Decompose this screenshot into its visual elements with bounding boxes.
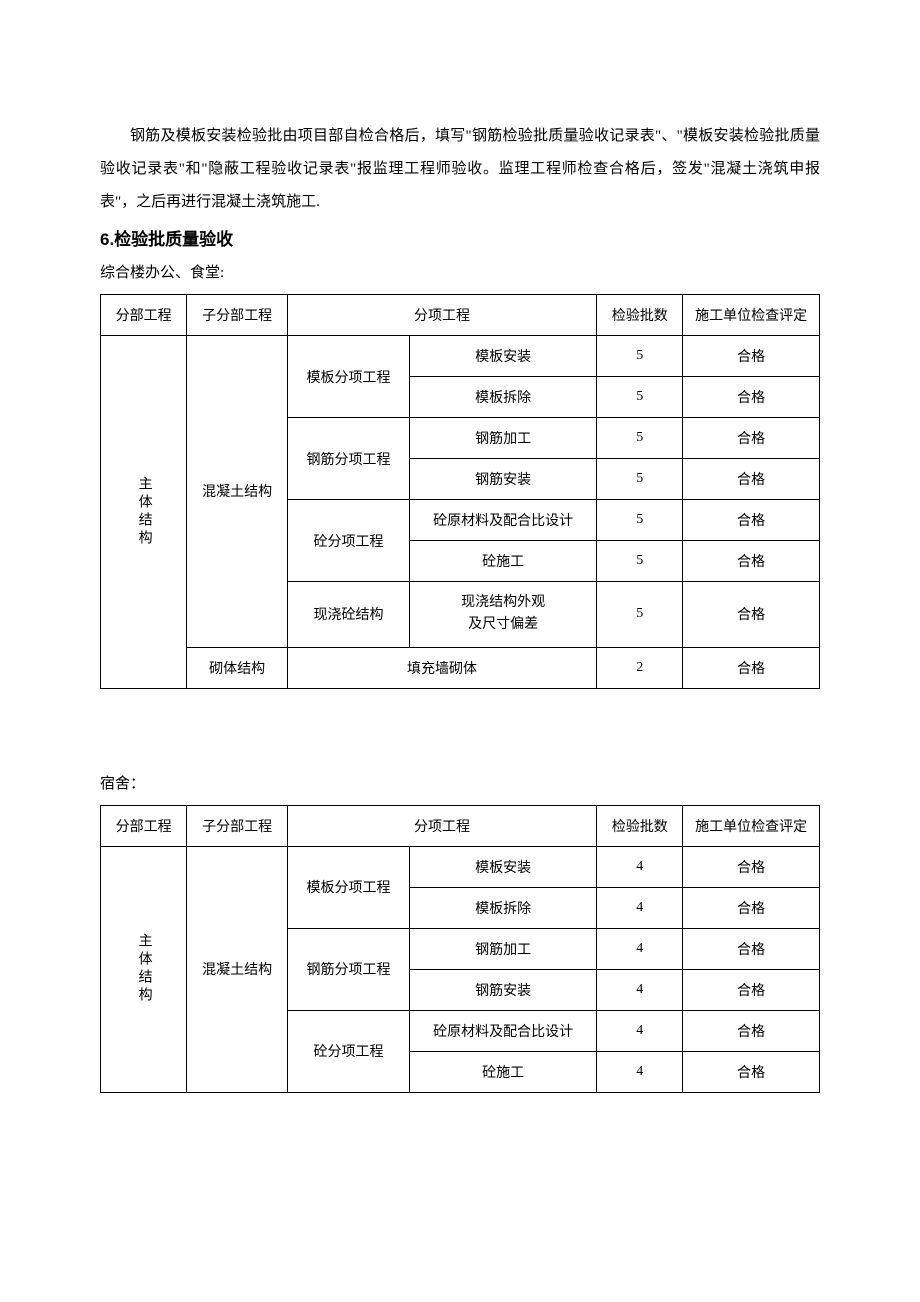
- item-cell: 模板安装: [410, 336, 597, 377]
- group-formwork: 模板分项工程: [287, 846, 409, 928]
- result-cell: 合格: [683, 377, 820, 418]
- table-row: 主体结构 混凝土结构 模板分项工程 模板安装 4 合格: [101, 846, 820, 887]
- result-cell: 合格: [683, 541, 820, 582]
- count-cell: 4: [597, 1010, 683, 1051]
- item-cell: 钢筋加工: [410, 418, 597, 459]
- th-count: 检验批数: [597, 805, 683, 846]
- result-cell: 合格: [683, 418, 820, 459]
- col-division: 主体结构: [101, 336, 187, 689]
- item-cell: 填充墙砌体: [287, 647, 596, 688]
- item-cell: 砼原材料及配合比设计: [410, 1010, 597, 1051]
- count-cell: 5: [597, 418, 683, 459]
- item-cell: 现浇结构外观及尺寸偏差: [410, 582, 597, 648]
- result-cell: 合格: [683, 336, 820, 377]
- count-cell: 5: [597, 500, 683, 541]
- item-cell: 砼施工: [410, 541, 597, 582]
- count-cell: 4: [597, 1051, 683, 1092]
- item-cell: 钢筋安装: [410, 969, 597, 1010]
- th-subitem: 分项工程: [287, 295, 596, 336]
- table-header-row: 分部工程 子分部工程 分项工程 检验批数 施工单位检查评定: [101, 805, 820, 846]
- result-cell: 合格: [683, 459, 820, 500]
- item-cell: 模板拆除: [410, 377, 597, 418]
- group-formwork: 模板分项工程: [287, 336, 409, 418]
- result-cell: 合格: [683, 582, 820, 648]
- col-subdivision-concrete: 混凝土结构: [187, 336, 288, 648]
- result-cell: 合格: [683, 928, 820, 969]
- count-cell: 4: [597, 928, 683, 969]
- table-row: 砌体结构 填充墙砌体 2 合格: [101, 647, 820, 688]
- th-subitem: 分项工程: [287, 805, 596, 846]
- item-cell: 钢筋加工: [410, 928, 597, 969]
- count-cell: 5: [597, 459, 683, 500]
- item-cell: 砼原材料及配合比设计: [410, 500, 597, 541]
- col-subdivision-masonry: 砌体结构: [187, 647, 288, 688]
- result-cell: 合格: [683, 1010, 820, 1051]
- th-subdivision: 子分部工程: [187, 805, 288, 846]
- item-cell: 模板安装: [410, 846, 597, 887]
- count-cell: 5: [597, 541, 683, 582]
- result-cell: 合格: [683, 969, 820, 1010]
- result-cell: 合格: [683, 647, 820, 688]
- group-concrete: 砼分项工程: [287, 500, 409, 582]
- item-cell: 模板拆除: [410, 887, 597, 928]
- th-division: 分部工程: [101, 805, 187, 846]
- table-row: 主体结构 混凝土结构 模板分项工程 模板安装 5 合格: [101, 336, 820, 377]
- item-cell: 钢筋安装: [410, 459, 597, 500]
- result-cell: 合格: [683, 846, 820, 887]
- group-cast: 现浇砼结构: [287, 582, 409, 648]
- table2-caption: 宿舍：: [100, 769, 820, 799]
- count-cell: 2: [597, 647, 683, 688]
- th-count: 检验批数: [597, 295, 683, 336]
- col-subdivision-concrete: 混凝土结构: [187, 846, 288, 1092]
- result-cell: 合格: [683, 500, 820, 541]
- section-heading: 6.检验批质量验收: [100, 225, 820, 250]
- col-division: 主体结构: [101, 846, 187, 1092]
- group-rebar: 钢筋分项工程: [287, 928, 409, 1010]
- group-rebar: 钢筋分项工程: [287, 418, 409, 500]
- th-division: 分部工程: [101, 295, 187, 336]
- count-cell: 4: [597, 887, 683, 928]
- th-subdivision: 子分部工程: [187, 295, 288, 336]
- count-cell: 5: [597, 582, 683, 648]
- group-concrete: 砼分项工程: [287, 1010, 409, 1092]
- th-result: 施工单位检查评定: [683, 295, 820, 336]
- inspection-table-2: 分部工程 子分部工程 分项工程 检验批数 施工单位检查评定 主体结构 混凝土结构…: [100, 805, 820, 1093]
- result-cell: 合格: [683, 1051, 820, 1092]
- count-cell: 4: [597, 846, 683, 887]
- table-header-row: 分部工程 子分部工程 分项工程 检验批数 施工单位检查评定: [101, 295, 820, 336]
- count-cell: 5: [597, 336, 683, 377]
- intro-paragraph: 钢筋及模板安装检验批由项目部自检合格后，填写"钢筋检验批质量验收记录表"、"模板…: [100, 120, 820, 219]
- count-cell: 5: [597, 377, 683, 418]
- th-result: 施工单位检查评定: [683, 805, 820, 846]
- inspection-table-1: 分部工程 子分部工程 分项工程 检验批数 施工单位检查评定 主体结构 混凝土结构…: [100, 294, 820, 689]
- result-cell: 合格: [683, 887, 820, 928]
- table1-caption: 综合楼办公、食堂:: [100, 258, 820, 288]
- item-cell: 砼施工: [410, 1051, 597, 1092]
- count-cell: 4: [597, 969, 683, 1010]
